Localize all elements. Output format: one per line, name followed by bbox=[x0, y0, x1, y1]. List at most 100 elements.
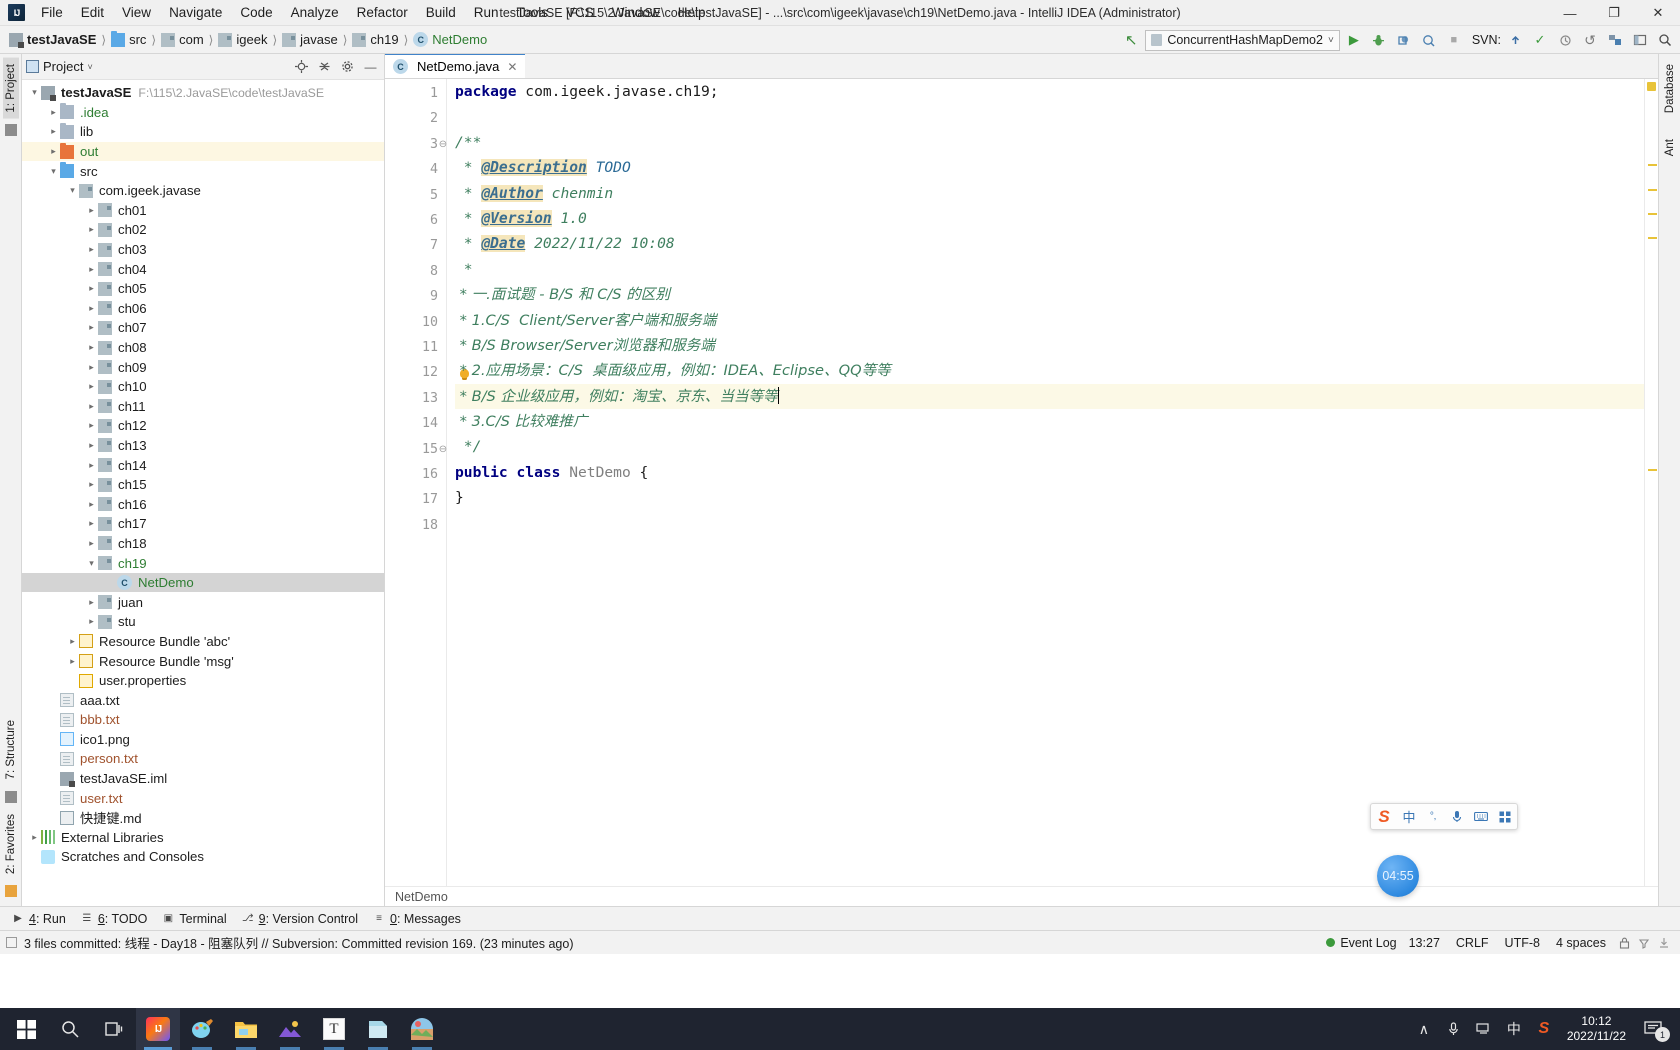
svn-commit-button[interactable]: ✓ bbox=[1529, 29, 1551, 51]
rail-tab-structure[interactable]: 7: Structure bbox=[3, 714, 19, 785]
search-button[interactable] bbox=[48, 1008, 92, 1050]
ime-mode-toggle[interactable]: 中 bbox=[1397, 804, 1421, 829]
tree-node-aaa-txt[interactable]: aaa.txt bbox=[22, 690, 384, 710]
chevron-open-icon[interactable] bbox=[66, 185, 79, 196]
code-line[interactable]: * bbox=[455, 257, 1644, 282]
tree-node-testjavase-iml[interactable]: testJavaSE.iml bbox=[22, 769, 384, 789]
chevron-closed-icon[interactable] bbox=[85, 205, 98, 216]
tree-node-stu[interactable]: stu bbox=[22, 612, 384, 632]
taskbar-notes-app[interactable] bbox=[356, 1008, 400, 1050]
chevron-closed-icon[interactable] bbox=[85, 224, 98, 235]
ime-punctuation-toggle[interactable]: °‚ bbox=[1421, 804, 1445, 829]
tree-node-ico1-png[interactable]: ico1.png bbox=[22, 730, 384, 750]
tree-node-ch07[interactable]: ch07 bbox=[22, 318, 384, 338]
code-line[interactable]: * 一.面试题 - B/S 和 C/S 的区别 bbox=[455, 282, 1644, 307]
tray-chevron-icon[interactable]: ∧ bbox=[1409, 1008, 1439, 1050]
tree-node-scratches-and-consoles[interactable]: Scratches and Consoles bbox=[22, 847, 384, 867]
tool-window-terminal[interactable]: ▣ Terminal bbox=[158, 910, 237, 928]
tree-node-ch03[interactable]: ch03 bbox=[22, 240, 384, 260]
chevron-closed-icon[interactable] bbox=[85, 460, 98, 471]
breadcrumb-item-ch19[interactable]: ch19 bbox=[349, 30, 401, 49]
tray-ime-mode[interactable]: 中 bbox=[1499, 1008, 1529, 1050]
tool-window-todo[interactable]: ☰ 6: TODO bbox=[77, 910, 159, 928]
tree-node-ch12[interactable]: ch12 bbox=[22, 416, 384, 436]
hide-icon[interactable]: — bbox=[361, 57, 380, 76]
settings-button[interactable] bbox=[1604, 29, 1626, 51]
tree-node-out[interactable]: out bbox=[22, 141, 384, 162]
tree-node-juan[interactable]: juan bbox=[22, 592, 384, 612]
debug-button[interactable] bbox=[1368, 29, 1390, 51]
tool-window-version-control[interactable]: ⎇ 9: Version Control bbox=[238, 910, 369, 928]
tree-node-ch04[interactable]: ch04 bbox=[22, 259, 384, 279]
warning-marker[interactable] bbox=[1648, 164, 1657, 166]
chevron-closed-icon[interactable] bbox=[85, 440, 98, 451]
tree-node--idea[interactable]: .idea bbox=[22, 103, 384, 123]
menu-run[interactable]: Run bbox=[465, 2, 508, 23]
menu-build[interactable]: Build bbox=[417, 2, 465, 23]
taskbar-file-explorer[interactable] bbox=[224, 1008, 268, 1050]
code-line[interactable]: * @Author chenmin bbox=[455, 181, 1644, 206]
chevron-closed-icon[interactable] bbox=[47, 126, 60, 137]
tree-node-ch19[interactable]: ch19 bbox=[22, 553, 384, 573]
project-tree[interactable]: testJavaSE F:\115\2.JavaSE\code\testJavaS… bbox=[22, 80, 384, 906]
tree-node-testjavase[interactable]: testJavaSE F:\115\2.JavaSE\code\testJavaS… bbox=[22, 83, 384, 103]
menu-view[interactable]: View bbox=[113, 2, 160, 23]
tree-node-person-txt[interactable]: person.txt bbox=[22, 749, 384, 769]
minimize-button[interactable]: — bbox=[1548, 0, 1592, 26]
tool-window-messages[interactable]: ≡ 0: Messages bbox=[369, 910, 472, 928]
menu-refactor[interactable]: Refactor bbox=[348, 2, 417, 23]
chevron-closed-icon[interactable] bbox=[66, 656, 79, 667]
code-line[interactable]: * 1.C/S Client/Server客户端和服务端 bbox=[455, 308, 1644, 333]
event-log-button[interactable]: Event Log bbox=[1326, 936, 1400, 950]
chevron-closed-icon[interactable] bbox=[47, 146, 60, 157]
tree-node-ch11[interactable]: ch11 bbox=[22, 397, 384, 417]
menu-code[interactable]: Code bbox=[231, 2, 281, 23]
microphone-icon[interactable] bbox=[1439, 1008, 1469, 1050]
run-with-coverage-button[interactable] bbox=[1393, 29, 1415, 51]
svn-rollback-button[interactable]: ↺ bbox=[1579, 29, 1601, 51]
code-line[interactable]: * @Version 1.0 bbox=[455, 206, 1644, 231]
sogou-logo-icon[interactable]: S bbox=[1371, 804, 1397, 829]
code-line[interactable]: } bbox=[455, 485, 1644, 510]
code-line[interactable]: * 2.应用场景：C/S 桌面级应用，例如：IDEA、Eclipse、QQ等等 bbox=[455, 358, 1644, 383]
tree-node-user-properties[interactable]: user.properties bbox=[22, 671, 384, 691]
download-icon[interactable] bbox=[1657, 936, 1671, 950]
menu-tools[interactable]: Tools bbox=[508, 2, 558, 23]
start-button[interactable] bbox=[4, 1008, 48, 1050]
tree-node-netdemo[interactable]: C NetDemo bbox=[22, 572, 384, 593]
tree-node-ch01[interactable]: ch01 bbox=[22, 201, 384, 221]
chevron-open-icon[interactable] bbox=[28, 87, 41, 98]
chevron-open-icon[interactable] bbox=[47, 166, 60, 177]
line-separator[interactable]: CRLF bbox=[1448, 936, 1497, 950]
menu-window[interactable]: Window bbox=[603, 2, 669, 23]
rail-tab-database[interactable]: Database bbox=[1662, 58, 1678, 119]
chevron-closed-icon[interactable] bbox=[85, 616, 98, 627]
code-line[interactable]: package com.igeek.javase.ch19; bbox=[455, 79, 1644, 104]
network-icon[interactable] bbox=[1469, 1008, 1499, 1050]
tree-node-ch06[interactable]: ch06 bbox=[22, 299, 384, 319]
chevron-closed-icon[interactable] bbox=[85, 381, 98, 392]
chevron-closed-icon[interactable] bbox=[66, 636, 79, 647]
tree-node-ch16[interactable]: ch16 bbox=[22, 494, 384, 514]
tree-node-resource-bundle-abc-[interactable]: Resource Bundle 'abc' bbox=[22, 632, 384, 652]
chevron-down-icon[interactable]: ˅ bbox=[87, 62, 92, 72]
code-line[interactable] bbox=[455, 511, 1644, 536]
taskbar-photos-app[interactable] bbox=[268, 1008, 312, 1050]
tree-node-ch08[interactable]: ch08 bbox=[22, 338, 384, 358]
code-line[interactable]: * @Date 2022/11/22 10:08 bbox=[455, 231, 1644, 256]
code-content[interactable]: package com.igeek.javase.ch19; /** * @De… bbox=[447, 79, 1644, 886]
chevron-open-icon[interactable] bbox=[85, 558, 98, 569]
marker-strip[interactable] bbox=[1644, 79, 1658, 886]
timer-bubble[interactable]: 04:55 bbox=[1377, 855, 1419, 897]
chevron-closed-icon[interactable] bbox=[85, 362, 98, 373]
svn-history-button[interactable] bbox=[1554, 29, 1576, 51]
chevron-closed-icon[interactable] bbox=[85, 322, 98, 333]
taskbar-intellij-idea[interactable]: IJ bbox=[136, 1008, 180, 1050]
chevron-closed-icon[interactable] bbox=[85, 518, 98, 529]
lock-icon[interactable] bbox=[1617, 936, 1631, 950]
chevron-closed-icon[interactable] bbox=[85, 264, 98, 275]
rail-tab-favorites[interactable]: 2: Favorites bbox=[3, 808, 19, 880]
tree-node-ch17[interactable]: ch17 bbox=[22, 514, 384, 534]
maximize-button[interactable]: ❐ bbox=[1592, 0, 1636, 26]
tool-window-run[interactable]: ▶ 4: Run bbox=[8, 910, 77, 928]
